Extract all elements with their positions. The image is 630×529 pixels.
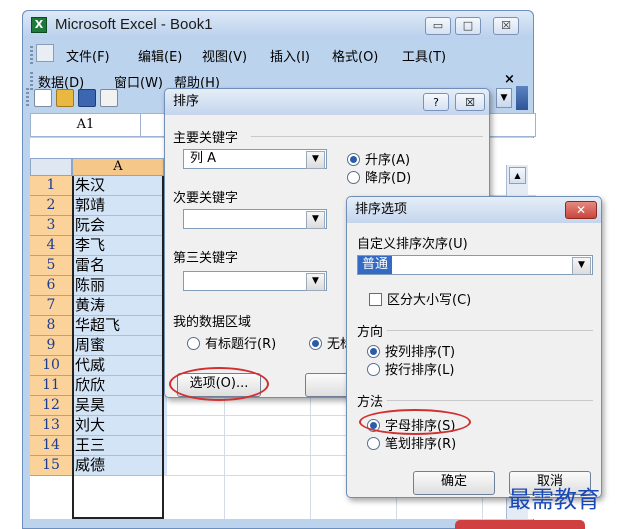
row-header[interactable]: 10 [30,356,73,376]
by-column-label[interactable]: 按列排序(T) [385,341,455,360]
by-stroke-label[interactable]: 笔划排序(R) [385,433,456,452]
column-header-a[interactable]: A [72,158,164,176]
method-label: 方法 [357,395,384,410]
toolbar-grip-icon[interactable] [26,88,29,106]
custom-order-label: 自定义排序次序(U) [357,237,468,252]
row-header[interactable]: 5 [30,256,73,276]
menu-bar: 文件(F) 编辑(E) 视图(V) 插入(I) 格式(O) 工具(T) [30,44,532,66]
secondary-key-label: 次要关键字 [173,191,239,206]
divider [387,330,593,331]
case-sensitive-checkbox[interactable] [369,293,382,306]
row-header[interactable]: 14 [30,436,73,456]
close-icon[interactable]: ✕ [565,201,597,219]
row-header[interactable]: 15 [30,456,73,476]
close-button[interactable]: ☒ [455,93,485,111]
menu-view[interactable]: 视图(V) [202,46,247,65]
permission-icon[interactable] [100,89,118,107]
options-dialog-title[interactable]: 排序选项 [347,197,601,223]
close-button[interactable]: ☒ [493,17,519,35]
direction-label: 方向 [357,325,384,340]
ascending-radio[interactable] [347,153,360,166]
no-header-radio[interactable] [309,337,322,350]
row-header[interactable]: 2 [30,196,73,216]
chevron-down-icon[interactable]: ▼ [306,151,325,169]
document-icon[interactable] [36,44,54,62]
custom-order-value: 普通 [358,256,393,274]
new-file-icon[interactable] [34,89,52,107]
has-header-radio[interactable] [187,337,200,350]
by-row-radio[interactable] [367,363,380,376]
row-header[interactable]: 7 [30,296,73,316]
data-range-label: 我的数据区域 [173,315,252,330]
case-sensitive-label[interactable]: 区分大小写(C) [387,289,471,308]
menu-file[interactable]: 文件(F) [66,46,110,65]
decorative-bar [455,520,585,529]
doc-close-icon[interactable]: × [504,72,515,87]
row-header[interactable]: 4 [30,236,73,256]
excel-app-icon[interactable]: X [31,17,47,33]
primary-key-select[interactable]: 列 A ▼ [183,149,327,169]
select-all-corner[interactable] [30,158,72,176]
toolbar-grip-icon[interactable] [30,46,33,64]
selection-border [72,176,164,519]
restore-button[interactable]: □ [455,17,481,35]
excel-title-bar[interactable]: X Microsoft Excel - Book1 ▭ □ ☒ [23,11,533,39]
row-header[interactable]: 1 [30,176,73,196]
menu-format[interactable]: 格式(O) [332,46,378,65]
toolbar-options-icon[interactable] [516,86,528,110]
scroll-up-icon[interactable]: ▲ [509,167,526,184]
highlight-ellipse [359,409,471,435]
descending-label[interactable]: 降序(D) [365,167,411,186]
chevron-down-icon[interactable]: ▼ [306,211,325,229]
by-stroke-radio[interactable] [367,437,380,450]
divider [387,400,593,401]
sort-options-dialog: 排序选项 ✕ 自定义排序次序(U) 普通 ▼ 区分大小写(C) 方向 按列排序(… [346,196,602,498]
save-icon[interactable] [78,89,96,107]
open-folder-icon[interactable] [56,89,74,107]
name-box[interactable]: A1 [31,114,141,136]
menu-insert[interactable]: 插入(I) [270,46,310,65]
secondary-key-select[interactable]: ▼ [183,209,327,229]
row-header[interactable]: 13 [30,416,73,436]
row-header[interactable]: 6 [30,276,73,296]
ascending-label[interactable]: 升序(A) [365,149,410,168]
row-header[interactable]: 12 [30,396,73,416]
third-key-select[interactable]: ▼ [183,271,327,291]
chevron-down-icon[interactable]: ▼ [572,257,591,275]
menu-edit[interactable]: 编辑(E) [138,46,182,65]
options-ok-button[interactable]: 确定 [413,471,495,495]
row-header[interactable]: 9 [30,336,73,356]
row-header[interactable]: 11 [30,376,73,396]
by-column-radio[interactable] [367,345,380,358]
toolbar-dropdown-icon[interactable]: ▼ [496,88,512,108]
minimize-button[interactable]: ▭ [425,17,451,35]
chevron-down-icon[interactable]: ▼ [306,273,325,291]
by-row-label[interactable]: 按行排序(L) [385,359,454,378]
help-button[interactable]: ? [423,93,449,111]
third-key-label: 第三关键字 [173,251,239,266]
menu-tools[interactable]: 工具(T) [402,46,446,65]
custom-order-select[interactable]: 普通 ▼ [357,255,593,275]
window-title: Microsoft Excel - Book1 [55,16,213,33]
divider [251,136,483,137]
has-header-label[interactable]: 有标题行(R) [205,333,276,352]
row-header[interactable]: 8 [30,316,73,336]
descending-radio[interactable] [347,171,360,184]
row-header[interactable]: 3 [30,216,73,236]
highlight-ellipse [169,367,269,401]
primary-key-label: 主要关键字 [173,131,239,146]
primary-key-value: 列 A [190,151,217,166]
watermark-logo: 最需教育 [508,487,600,513]
